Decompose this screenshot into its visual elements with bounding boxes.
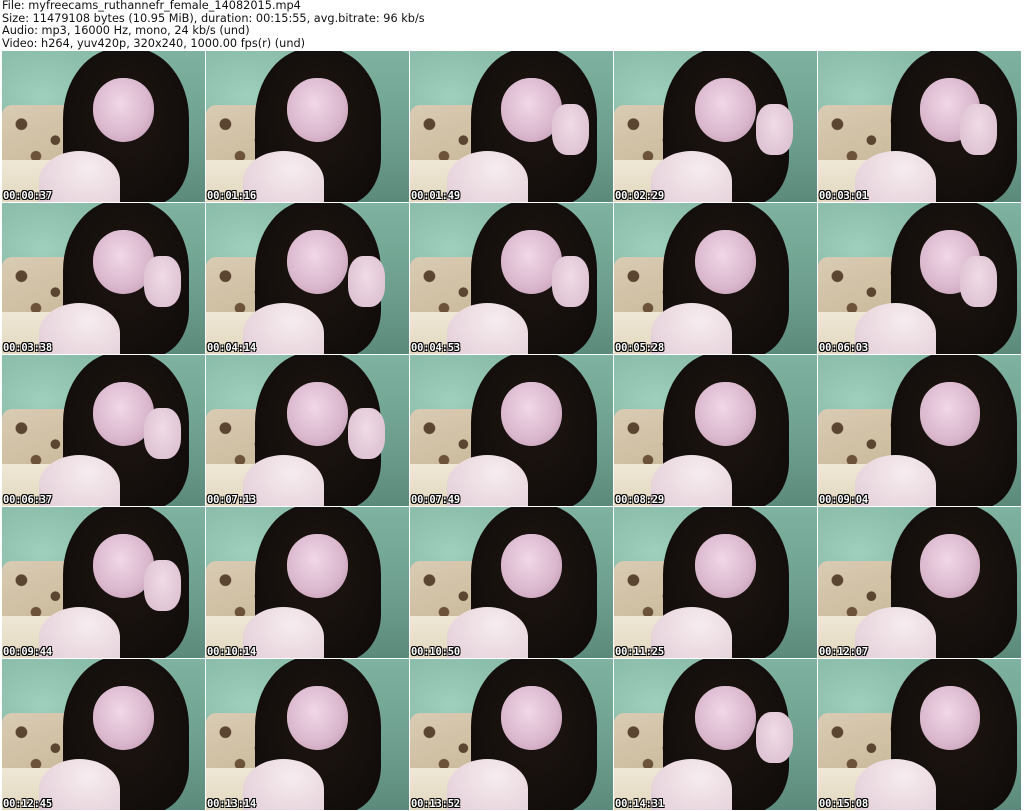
thumbnail-timestamp: 00:04:14 xyxy=(207,342,256,354)
face-image xyxy=(919,534,981,598)
video-thumbnail: 00:14:31 xyxy=(614,659,817,810)
face-image xyxy=(919,686,981,750)
face-image xyxy=(501,686,563,750)
video-thumbnail: 00:06:37 xyxy=(2,355,205,506)
video-thumbnail: 00:15:08 xyxy=(818,659,1021,810)
audio-info-line: Audio: mp3, 16000 Hz, mono, 24 kb/s (und… xyxy=(2,25,250,37)
video-thumbnail: 00:12:07 xyxy=(818,507,1021,658)
thumbnail-timestamp: 00:01:49 xyxy=(411,190,460,202)
thumbnail-grid: 00:00:37 00:01:16 00:01:49 00:02:29 00:0… xyxy=(2,51,1024,811)
thumbnail-timestamp: 00:03:01 xyxy=(819,190,868,202)
thumbnail-timestamp: 00:07:49 xyxy=(411,494,460,506)
file-name-line: File: myfreecams_ruthannefr_female_14082… xyxy=(2,0,301,12)
video-thumbnail: 00:09:44 xyxy=(2,507,205,658)
thumbnail-timestamp: 00:13:52 xyxy=(411,798,460,810)
video-thumbnail: 00:12:45 xyxy=(2,659,205,810)
video-thumbnail: 00:04:14 xyxy=(206,203,409,354)
video-thumbnail: 00:07:49 xyxy=(410,355,613,506)
thumbnail-timestamp: 00:06:37 xyxy=(3,494,52,506)
video-info-line: Video: h264, yuv420p, 320x240, 1000.00 f… xyxy=(2,37,306,50)
size-duration-line: Size: 11479108 bytes (10.95 MiB), durati… xyxy=(2,12,425,25)
thumbnail-timestamp: 00:08:29 xyxy=(615,494,664,506)
video-thumbnail: 00:09:04 xyxy=(818,355,1021,506)
video-thumbnail: 00:01:16 xyxy=(206,51,409,202)
thumbnail-timestamp: 00:02:29 xyxy=(615,190,664,202)
thumbnail-timestamp: 00:10:50 xyxy=(411,646,460,658)
face-image xyxy=(695,382,757,446)
video-thumbnail: 00:04:53 xyxy=(410,203,613,354)
thumbnail-timestamp: 00:07:13 xyxy=(207,494,256,506)
video-thumbnail: 00:13:14 xyxy=(206,659,409,810)
thumbnail-timestamp: 00:15:08 xyxy=(819,798,868,810)
video-thumbnail: 00:13:52 xyxy=(410,659,613,810)
thumbnail-timestamp: 00:10:14 xyxy=(207,646,256,658)
face-image xyxy=(93,78,155,142)
face-image xyxy=(501,534,563,598)
video-thumbnail: 00:10:50 xyxy=(410,507,613,658)
thumbnail-timestamp: 00:13:14 xyxy=(207,798,256,810)
video-thumbnail: 00:03:38 xyxy=(2,203,205,354)
thumbnail-timestamp: 00:00:37 xyxy=(3,190,52,202)
thumbnail-timestamp: 00:14:31 xyxy=(615,798,664,810)
face-image xyxy=(287,230,349,294)
face-image xyxy=(287,382,349,446)
video-thumbnail: 00:06:03 xyxy=(818,203,1021,354)
thumbnail-timestamp: 00:11:25 xyxy=(615,646,664,658)
thumbnail-timestamp: 00:03:38 xyxy=(3,342,52,354)
video-thumbnail: 00:01:49 xyxy=(410,51,613,202)
face-image xyxy=(501,382,563,446)
face-image xyxy=(919,382,981,446)
face-image xyxy=(695,78,757,142)
thumbnail-timestamp: 00:09:44 xyxy=(3,646,52,658)
face-image xyxy=(287,78,349,142)
file-info-header: File: myfreecams_ruthannefr_female_14082… xyxy=(2,0,1022,50)
thumbnail-timestamp: 00:05:28 xyxy=(615,342,664,354)
video-thumbnail: 00:02:29 xyxy=(614,51,817,202)
thumbnail-timestamp: 00:12:45 xyxy=(3,798,52,810)
face-image xyxy=(93,686,155,750)
thumbnail-timestamp: 00:12:07 xyxy=(819,646,868,658)
video-thumbnail: 00:05:28 xyxy=(614,203,817,354)
face-image xyxy=(287,686,349,750)
face-image xyxy=(695,534,757,598)
thumbnail-timestamp: 00:06:03 xyxy=(819,342,868,354)
thumbnail-timestamp: 00:04:53 xyxy=(411,342,460,354)
face-image xyxy=(287,534,349,598)
face-image xyxy=(695,230,757,294)
video-thumbnail: 00:10:14 xyxy=(206,507,409,658)
face-image xyxy=(695,686,757,750)
video-thumbnail: 00:03:01 xyxy=(818,51,1021,202)
thumbnail-timestamp: 00:09:04 xyxy=(819,494,868,506)
video-thumbnail: 00:08:29 xyxy=(614,355,817,506)
thumbnail-timestamp: 00:01:16 xyxy=(207,190,256,202)
video-thumbnail: 00:07:13 xyxy=(206,355,409,506)
video-thumbnail: 00:11:25 xyxy=(614,507,817,658)
video-thumbnail: 00:00:37 xyxy=(2,51,205,202)
